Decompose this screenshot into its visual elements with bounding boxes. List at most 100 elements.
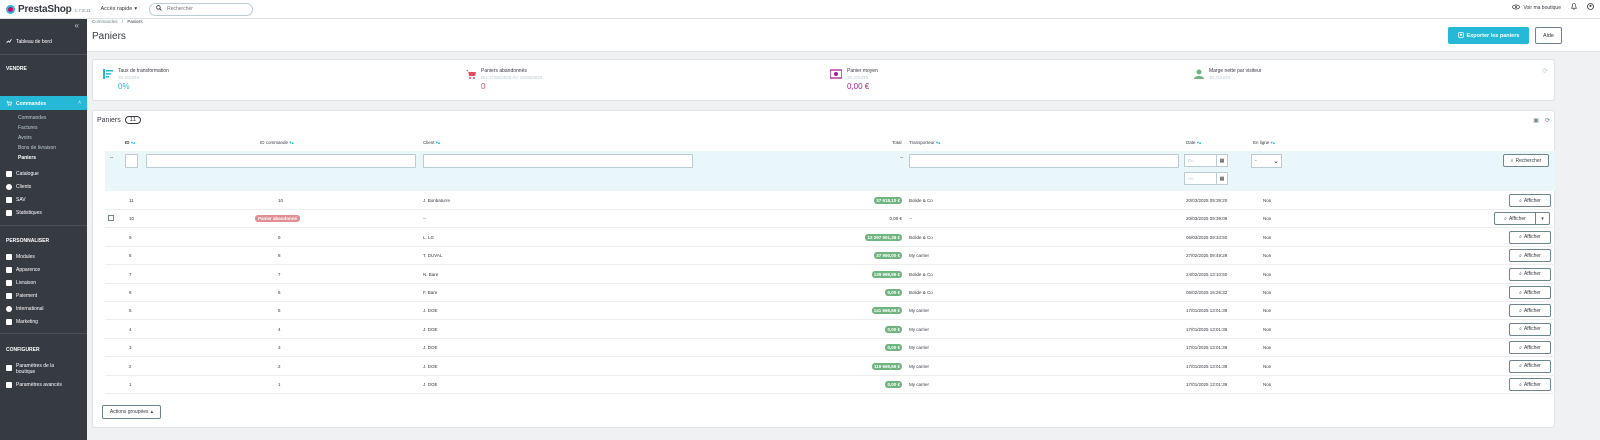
account-circle-icon (6, 184, 12, 190)
search-box[interactable] (149, 2, 254, 16)
help-button[interactable]: Aide (1535, 27, 1562, 44)
sort-icon[interactable]: ▾▴ (1197, 140, 1202, 145)
bell-icon[interactable] (1571, 3, 1577, 12)
filter-date-to[interactable]: Au ▦ (1184, 172, 1228, 185)
view-cart-button[interactable]: ⌕ Afficher (1494, 212, 1536, 226)
sidebar-item-stats[interactable]: Statistiques (6, 210, 42, 216)
search-icon: ⌕ (1519, 326, 1522, 333)
sidebar-item-label: Tableau de bord (16, 39, 52, 45)
sidebar-item-label: Statistiques (16, 210, 42, 216)
truck-icon (6, 280, 12, 286)
export-sql-icon[interactable]: ▣ (1533, 117, 1539, 124)
quick-access-dropdown[interactable]: Accès rapide ▾ (101, 6, 138, 12)
sidebar-item-orders[interactable]: Commandes (6, 100, 46, 108)
row-actions-dropdown[interactable]: ▾ (1535, 212, 1550, 226)
calendar-icon[interactable]: ▦ (1216, 155, 1227, 166)
person-icon (1194, 69, 1204, 79)
cell-total-badge: 0,00 € (885, 325, 902, 333)
panel-title: Paniers 11 (97, 116, 141, 124)
sidebar-item-label: Paramètres avancés (16, 382, 62, 388)
col-header-id[interactable]: ID ▾▴ (125, 140, 135, 146)
view-cart-button[interactable]: ⌕ Afficher (1509, 304, 1551, 318)
view-cart-button[interactable]: ⌕ Afficher (1509, 359, 1551, 373)
cell-client: J. DOE (423, 326, 438, 332)
sidebar-item-catalog[interactable]: Catalogue (6, 171, 39, 177)
view-cart-button[interactable]: ⌕ Afficher (1509, 230, 1551, 244)
col-header-client[interactable]: Client ▾▴ (423, 140, 440, 146)
kpi-net-margin[interactable]: Marge nette par visiteur 30 JOURS (1194, 68, 1262, 80)
sort-icon[interactable]: ▾▴ (936, 140, 941, 145)
view-cart-button[interactable]: ⌕ Afficher (1509, 249, 1551, 263)
search-input[interactable] (167, 6, 248, 12)
refresh-icon[interactable]: ⟳ (1542, 67, 1548, 75)
view-shop-link[interactable]: Voir ma boutique (1512, 4, 1561, 12)
cell-date: 24/02/2025 13:10:50 (1186, 271, 1228, 277)
view-cart-button[interactable]: ⌕ Afficher (1509, 286, 1551, 299)
view-cart-button[interactable]: ⌕ Afficher (1509, 322, 1551, 336)
filter-online-select[interactable]: - ⌄ (1251, 154, 1282, 168)
col-header-date[interactable]: Date ▾▴ (1186, 140, 1201, 146)
view-cart-button[interactable]: ⌕ Afficher (1509, 267, 1551, 281)
sort-icon[interactable]: ▾▴ (131, 140, 136, 145)
sidebar-item-shop-params[interactable]: Paramètres de la boutique (6, 363, 54, 375)
sidebar-item-modules[interactable]: Modules (6, 254, 35, 260)
filter-search-button[interactable]: ⌕ Rechercher (1503, 154, 1549, 167)
filter-order-id-input[interactable] (146, 154, 416, 168)
filter-date-from[interactable]: Du ▦ (1184, 154, 1228, 167)
kpi-average-cart[interactable]: Panier moyen 30 JOURS 0,00 € (830, 68, 878, 91)
col-header-order-id[interactable]: ID commande ▾▴ (260, 140, 294, 146)
sidebar-item-advanced-params[interactable]: Paramètres avancés (6, 382, 62, 388)
sort-icon[interactable]: ▾▴ (436, 140, 441, 145)
cell-total: 0,00 € (889, 216, 902, 222)
cell-date: 06/02/2025 16:26:32 (1186, 290, 1228, 295)
cell-client: -- (423, 216, 426, 222)
view-label: Afficher (1523, 381, 1541, 388)
sort-icon[interactable]: ▾▴ (289, 140, 294, 145)
cell-client: J. DOE (423, 382, 438, 387)
view-cart-button[interactable]: ⌕ Afficher (1509, 194, 1551, 207)
col-header-carrier[interactable]: Transporteur ▾▴ (909, 140, 940, 146)
select-value: - (1255, 158, 1257, 164)
cell-date: 17/01/2025 13:01:39 (1186, 326, 1228, 332)
export-carts-button[interactable]: Exporter les paniers (1448, 27, 1529, 44)
sort-icon[interactable]: ▾▴ (1271, 140, 1276, 145)
sidebar-subitem-orders[interactable]: Commandes (18, 115, 46, 121)
sidebar-subitem-delivery-slips[interactable]: Bons de livraison (18, 145, 56, 151)
filter-client-input[interactable] (423, 154, 693, 168)
breadcrumb-link-orders[interactable]: Commandes (92, 19, 118, 24)
bulk-actions-button[interactable]: Actions groupées ▴ (102, 405, 161, 419)
sidebar-item-marketing[interactable]: Marketing (6, 319, 38, 325)
sidebar-item-sav[interactable]: SAV (6, 197, 26, 203)
cell-order-id: 3 (278, 345, 281, 351)
sidebar-item-clients[interactable]: Clients (6, 184, 31, 190)
sidebar-subitem-credit-slips[interactable]: Avoirs (18, 135, 32, 141)
sidebar-item-payment[interactable]: Paiement (6, 293, 37, 299)
table-row: 11 10 37 618,10 € J. Bonbaturre Bolide & Co 2… (105, 192, 1555, 210)
row-checkbox[interactable] (108, 215, 114, 222)
kpi-label: Panier moyen (847, 68, 878, 74)
kpi-abandoned-carts[interactable]: Paniers abandonnés DU 17/05/2025 AU 18/0… (466, 68, 542, 91)
view-cart-button[interactable]: ⌕ Afficher (1509, 341, 1551, 355)
logo[interactable]: PrestaShop 1.7.8.11 (6, 4, 91, 15)
user-icon[interactable] (1587, 3, 1594, 12)
sidebar-subitem-carts[interactable]: Paniers (18, 155, 36, 161)
kpi-conversion[interactable]: Taux de transformation 30 JOURS 0% (103, 68, 169, 91)
refresh-list-icon[interactable]: ⟳ (1545, 117, 1550, 124)
sidebar-item-shipping[interactable]: Livraison (6, 280, 36, 286)
view-cart-button[interactable]: ⌕ Afficher (1509, 378, 1551, 391)
kpi-sub: 30 JOURS (1209, 75, 1231, 80)
search-icon: ⌕ (1504, 215, 1507, 222)
sidebar-item-appearance[interactable]: Apparence (6, 267, 40, 273)
export-carts-label: Exporter les paniers (1466, 32, 1520, 39)
sidebar-subitem-invoices[interactable]: Factures (18, 125, 37, 131)
filter-carrier-input[interactable] (909, 154, 1179, 168)
col-header-online[interactable]: En ligne ▾▴ (1253, 140, 1275, 146)
sidebar-item-dashboard[interactable]: Tableau de bord (6, 38, 52, 46)
sidebar-item-international[interactable]: International (6, 306, 44, 312)
filter-id-input[interactable] (125, 154, 138, 168)
cell-date: 06/03/2025 09:34:50 (1186, 234, 1228, 240)
kpi-sub: 30 JOURS (847, 75, 869, 80)
breadcrumb-current: Paniers (127, 19, 143, 24)
calendar-icon[interactable]: ▦ (1216, 173, 1227, 184)
collapse-sidebar-icon[interactable]: « (75, 21, 79, 30)
